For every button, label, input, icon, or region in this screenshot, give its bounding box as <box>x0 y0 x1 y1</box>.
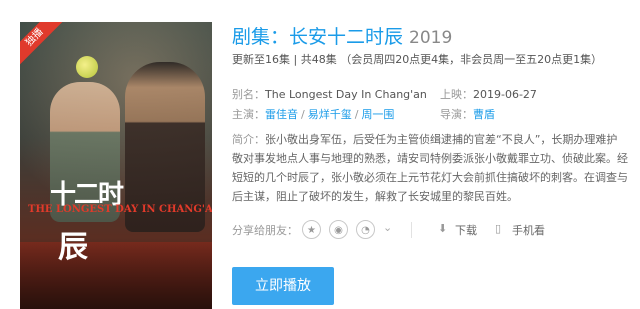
update-info: 更新至16集 | 共48集 （会员周四20点更4集，非会员周一至五20点更1集） <box>232 53 603 66</box>
cast-separator: / <box>354 108 359 121</box>
synopsis-label: 简介： <box>232 133 265 146</box>
release-label: 上映： <box>440 88 473 101</box>
alias-row: 别名：The Longest Day In Chang'an <box>232 86 427 102</box>
show-year: 2019 <box>409 28 453 48</box>
alias-label: 别名： <box>232 88 265 101</box>
show-title: 剧集：长安十二时辰 <box>232 26 404 48</box>
star-icon[interactable]: ★ <box>302 220 321 239</box>
poster-image[interactable]: 独播 十二时 THE LONGEST DAY IN CHANG'AN 辰 <box>20 22 212 309</box>
poster-logo: 十二时 THE LONGEST DAY IN CHANG'AN 辰 <box>28 174 212 274</box>
synopsis-line: 短短的几个时辰了，张小敬必须在上元节花灯大会前抓住搞破坏的刺客。在调查与 <box>232 171 628 184</box>
qq-icon[interactable]: ◔ <box>356 220 375 239</box>
mobile-icon[interactable]: ▯ <box>495 222 501 235</box>
director-link[interactable]: 曹盾 <box>473 108 495 121</box>
synopsis-line: 简介：张小敬出身军伍，后受任为主管侦缉逮捕的官差“不良人”，长期办理难护 <box>232 130 640 149</box>
show-title-row: 剧集：长安十二时辰 2019 <box>232 22 452 49</box>
mobile-watch-button[interactable]: 手机看 <box>512 222 545 238</box>
director-row: 导演：曹盾 <box>440 106 495 122</box>
poster-hat-ornament <box>76 56 98 78</box>
cast-row: 主演：雷佳音 / 易烊千玺 / 周一围 <box>232 106 394 122</box>
weibo-icon[interactable]: ◉ <box>329 220 348 239</box>
release-row: 上映：2019-06-27 <box>440 86 537 102</box>
cast-separator: / <box>301 108 305 121</box>
poster-logo-cn-line2: 辰 <box>58 230 88 265</box>
synopsis: 简介：张小敬出身军伍，后受任为主管侦缉逮捕的官差“不良人”，长期办理难护 敬对事… <box>232 130 640 206</box>
release-value: 2019-06-27 <box>473 88 537 101</box>
cast-link-2[interactable]: 易烊千玺 <box>308 108 352 121</box>
cast-link-3[interactable]: 周一围 <box>361 108 394 121</box>
alias-value: The Longest Day In Chang'an <box>265 88 427 101</box>
synopsis-line: 敬对事发地点人事与地理的熟悉，靖安司特例委派张小敬戴罪立功、侦破此案。经 <box>232 152 628 165</box>
play-now-button[interactable]: 立即播放 <box>232 267 334 305</box>
poster-logo-en: THE LONGEST DAY IN CHANG'AN <box>28 204 212 215</box>
director-label: 导演： <box>440 108 473 121</box>
chevron-down-icon[interactable]: ⌄ <box>383 221 392 234</box>
synopsis-line: 后主谋，阻止了破坏的发生，解救了长安城里的黎民百姓。 <box>232 190 518 203</box>
download-icon[interactable]: ⬇ <box>438 222 447 235</box>
cast-label: 主演： <box>232 108 265 121</box>
cast-link-1[interactable]: 雷佳音 <box>265 108 298 121</box>
share-label: 分享给朋友： <box>232 224 298 237</box>
download-button[interactable]: 下载 <box>455 222 477 238</box>
synopsis-text: 张小敬出身军伍，后受任为主管侦缉逮捕的官差“不良人”，长期办理难护 <box>265 133 618 146</box>
divider <box>411 222 412 238</box>
